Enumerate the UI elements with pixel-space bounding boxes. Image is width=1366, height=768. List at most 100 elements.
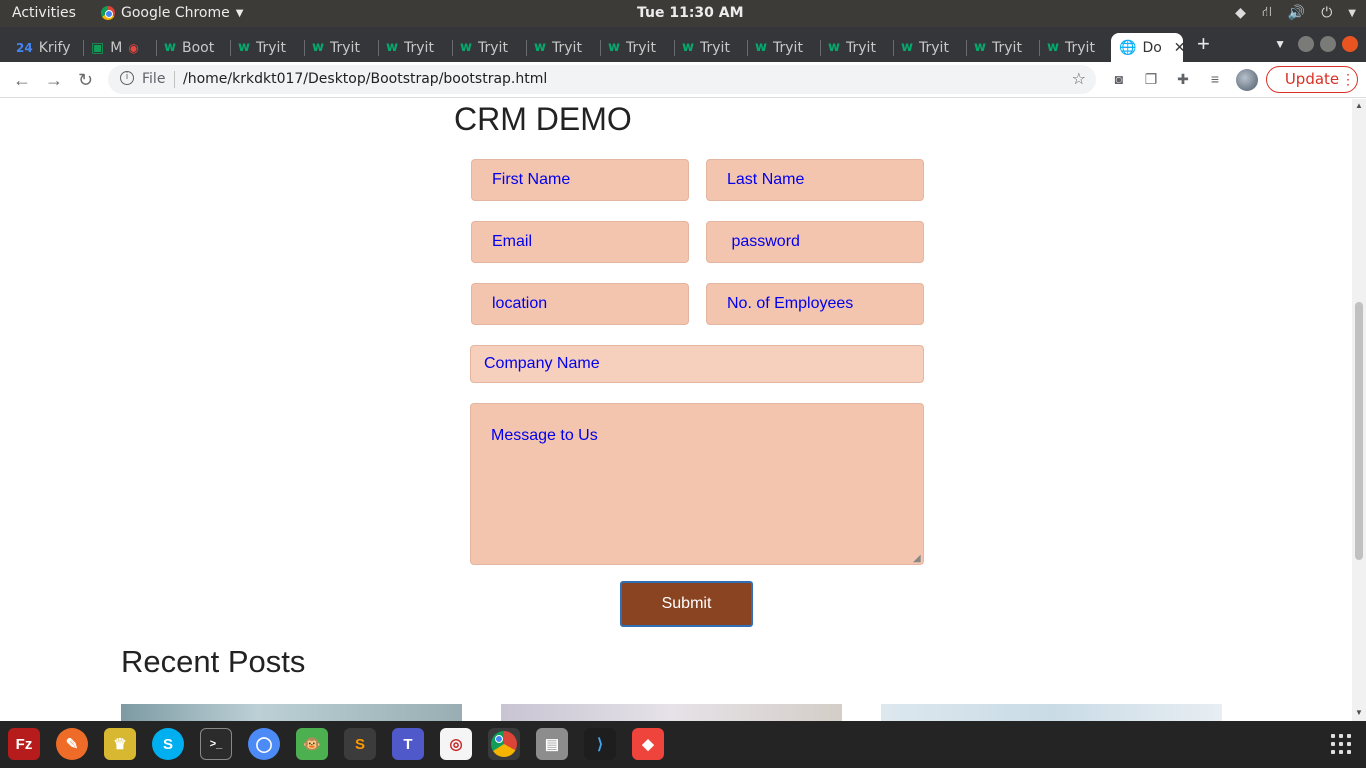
- address-bar[interactable]: i File /home/krkdkt017/Desktop/Bootstrap…: [108, 65, 1096, 94]
- teams-icon[interactable]: T: [392, 728, 424, 760]
- w3schools-icon: w: [164, 40, 177, 55]
- tab-tryit[interactable]: w Tryit: [378, 33, 451, 62]
- forward-arrow-icon[interactable]: →: [45, 70, 63, 91]
- dropbox-icon[interactable]: ◆: [1235, 5, 1246, 21]
- tab-krify[interactable]: 24 Krify: [8, 33, 82, 62]
- tab-label: Tryit: [330, 39, 360, 56]
- show-applications-icon[interactable]: [1331, 734, 1351, 754]
- back-arrow-icon[interactable]: ←: [13, 70, 31, 91]
- bookmark-star-icon[interactable]: ☆: [1072, 69, 1086, 88]
- last-name-field[interactable]: Last Name: [706, 159, 924, 201]
- tab-tryit[interactable]: w Tryit: [304, 33, 377, 62]
- chromium-icon[interactable]: ◯: [248, 728, 280, 760]
- files-icon[interactable]: ▤: [536, 728, 568, 760]
- w3schools-icon: w: [608, 40, 621, 55]
- scroll-down-icon[interactable]: ▼: [1355, 708, 1363, 717]
- resize-handle-icon[interactable]: ◢: [913, 553, 921, 564]
- tab-tryit[interactable]: w Tryit: [747, 33, 820, 62]
- scrollbar-thumb[interactable]: [1355, 302, 1363, 560]
- info-icon[interactable]: i: [120, 71, 134, 85]
- w3schools-icon: w: [312, 40, 325, 55]
- anydesk-icon[interactable]: ◆: [632, 728, 664, 760]
- submit-button[interactable]: Submit: [620, 581, 753, 627]
- more-menu-icon[interactable]: ⋮: [1340, 71, 1356, 87]
- tab-meet[interactable]: ▣ M ◉: [83, 33, 155, 62]
- post-thumbnail[interactable]: [501, 704, 842, 721]
- clock[interactable]: Tue 11:30 AM: [637, 5, 744, 21]
- new-tab-button[interactable]: +: [1197, 31, 1210, 57]
- tab-label: Tryit: [256, 39, 286, 56]
- vscode-icon[interactable]: ⟩: [584, 728, 616, 760]
- divider: [174, 71, 175, 88]
- location-field[interactable]: location: [471, 283, 689, 325]
- window-controls: ▼: [1274, 36, 1358, 52]
- url-text[interactable]: /home/krkdkt017/Desktop/Bootstrap/bootst…: [183, 71, 547, 87]
- tab-tryit[interactable]: w Tryit: [600, 33, 673, 62]
- tab-tryit[interactable]: w Tryit: [230, 33, 303, 62]
- tab-label: Tryit: [919, 39, 949, 56]
- reload-icon[interactable]: ↻: [78, 70, 93, 91]
- w3schools-icon: w: [534, 40, 547, 55]
- activities-button[interactable]: Activities: [12, 5, 76, 21]
- password-field[interactable]: password: [706, 221, 924, 263]
- tab-tryit[interactable]: w Tryit: [820, 33, 893, 62]
- reading-list-icon[interactable]: ≡: [1207, 71, 1223, 87]
- network-icon[interactable]: ⛙: [1262, 4, 1272, 22]
- first-name-field[interactable]: First Name: [471, 159, 689, 201]
- tab-label: Boot: [182, 39, 215, 56]
- monkey-icon[interactable]: 🐵: [296, 728, 328, 760]
- app-name: Google Chrome: [121, 5, 230, 21]
- power-icon[interactable]: ⏻: [1321, 5, 1332, 21]
- tab-label: M: [110, 39, 123, 56]
- globe-icon: 🌐: [1119, 39, 1137, 56]
- maximize-button[interactable]: [1320, 36, 1336, 52]
- profile-avatar[interactable]: [1236, 69, 1258, 91]
- app-menu[interactable]: Google Chrome ▼: [101, 5, 243, 21]
- screenshot-icon[interactable]: ◙: [1111, 71, 1127, 87]
- recording-icon: ◉: [128, 40, 139, 55]
- tab-label: Tryit: [773, 39, 803, 56]
- postman-icon[interactable]: ✎: [56, 728, 88, 760]
- close-window-button[interactable]: [1342, 36, 1358, 52]
- tab-tryit[interactable]: w Tryit: [452, 33, 525, 62]
- volume-icon[interactable]: 🔊: [1288, 5, 1305, 21]
- company-name-field[interactable]: Company Name: [470, 345, 924, 383]
- post-thumbnail[interactable]: [121, 704, 462, 721]
- tab-label: Tryit: [626, 39, 656, 56]
- tab-label: Tryit: [404, 39, 434, 56]
- chrome-icon[interactable]: [488, 728, 520, 760]
- chevron-down-icon[interactable]: ▼: [1348, 8, 1356, 19]
- copy-icon[interactable]: ❐: [1143, 71, 1159, 87]
- employees-field[interactable]: No. of Employees: [706, 283, 924, 325]
- tab-tryit[interactable]: w Tryit: [674, 33, 747, 62]
- filezilla-icon[interactable]: Fz: [8, 728, 40, 760]
- message-textarea[interactable]: Message to Us: [470, 403, 924, 565]
- tab-tryit[interactable]: w Tryit: [966, 33, 1039, 62]
- file-scheme-label: File: [142, 71, 166, 87]
- tab-tryit[interactable]: w Tryit: [1039, 33, 1110, 62]
- tab-label: Do: [1142, 39, 1162, 56]
- tab-boot[interactable]: w Boot: [156, 33, 229, 62]
- w3schools-icon: w: [460, 40, 473, 55]
- page-title: CRM DEMO: [454, 101, 632, 137]
- close-icon[interactable]: ✕: [1174, 40, 1186, 56]
- skype-icon[interactable]: S: [152, 728, 184, 760]
- scroll-up-icon[interactable]: ▲: [1355, 101, 1363, 110]
- tab-tryit[interactable]: w Tryit: [893, 33, 966, 62]
- tab-tryit[interactable]: w Tryit: [526, 33, 599, 62]
- document-viewer-icon[interactable]: ◎: [440, 728, 472, 760]
- system-tray[interactable]: ◆ ⛙ 🔊 ⏻ ▼: [1235, 4, 1356, 22]
- tab-search-icon[interactable]: ▼: [1274, 37, 1286, 51]
- system-top-bar: Activities Google Chrome ▼ Tue 11:30 AM …: [0, 0, 1366, 27]
- terminal-icon[interactable]: >_: [200, 728, 232, 760]
- sublime-icon[interactable]: S: [344, 728, 376, 760]
- tab-active[interactable]: 🌐 Do ✕: [1111, 33, 1186, 62]
- extensions-icon[interactable]: ✚: [1175, 71, 1191, 87]
- pencil-icon[interactable]: ♛: [104, 728, 136, 760]
- dock: Fz ✎ ♛ S >_ ◯ 🐵 S T ◎ ▤ ⟩ ◆: [0, 721, 1366, 768]
- post-thumbnail[interactable]: [881, 704, 1222, 721]
- email-field[interactable]: Email: [471, 221, 689, 263]
- recent-posts-heading: Recent Posts: [121, 644, 306, 679]
- minimize-button[interactable]: [1298, 36, 1314, 52]
- page-scrollbar[interactable]: ▲ ▼: [1352, 99, 1366, 721]
